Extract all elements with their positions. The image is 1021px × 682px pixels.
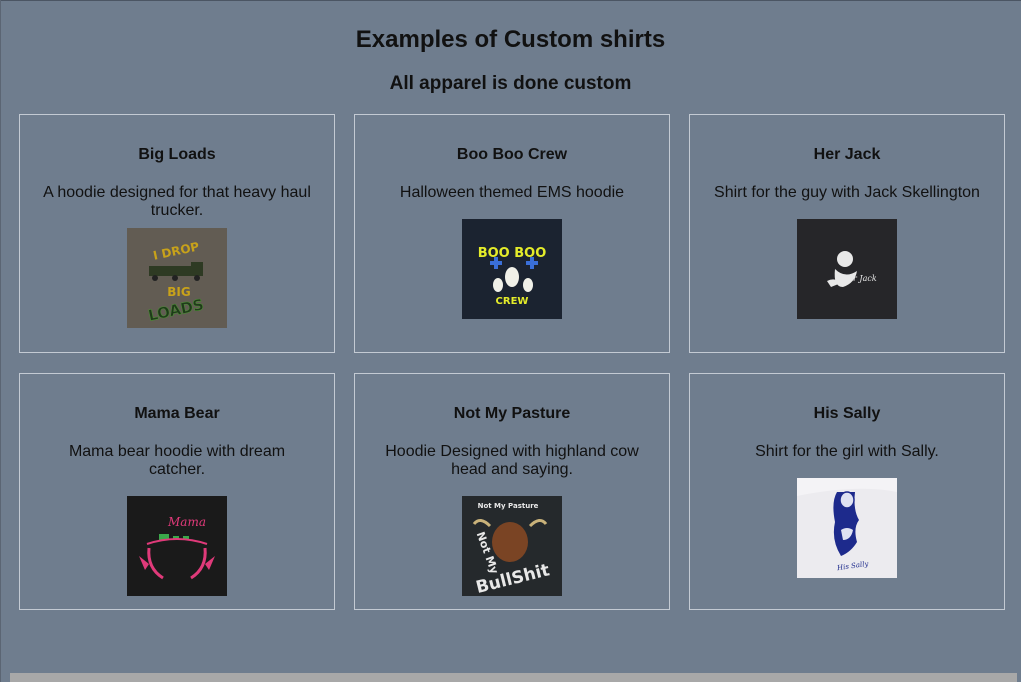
window-top-border (0, 0, 1021, 1)
shirt-card-not-my-pasture: Not My Pasture Hoodie Designed with high… (354, 373, 670, 610)
shirt-gallery-grid: Big Loads A hoodie designed for that hea… (19, 114, 1005, 610)
mama-bear-shirt-image: Mama (127, 496, 227, 596)
shirt-card-his-sally: His Sally Shirt for the girl with Sally.… (689, 373, 1005, 610)
boo-boo-crew-shirt-image: BOO BOO CREW (462, 219, 562, 319)
image-text: BOO BOO (478, 246, 547, 261)
his-sally-shirt-image: His Sally (797, 478, 897, 578)
window-left-border (0, 0, 1, 682)
card-title: Big Loads (138, 146, 216, 163)
image-text: CREW (496, 296, 529, 307)
image-text: Mama (167, 515, 206, 529)
card-title: Not My Pasture (453, 405, 571, 422)
image-text: Not My Pasture (478, 502, 539, 510)
card-description: Shirt for the guy with Jack Skellington (714, 184, 980, 201)
card-title: His Sally (813, 405, 881, 422)
card-title: Her Jack (813, 146, 881, 163)
page-title: Examples of Custom shirts (355, 26, 666, 53)
big-loads-shirt-image: I DROP BIG LOADS (127, 228, 227, 328)
shirt-card-her-jack: Her Jack Shirt for the guy with Jack Ske… (689, 114, 1005, 353)
card-title: Mama Bear (134, 405, 220, 422)
not-my-pasture-shirt-image: Not My Pasture Not My BullShit (462, 496, 562, 596)
card-description: Halloween themed EMS hoodie (399, 184, 625, 201)
card-description: Shirt for the girl with Sally. (755, 443, 939, 460)
image-text: BIG (167, 285, 190, 299)
her-jack-shirt-image: Her Jack (797, 219, 897, 319)
shirt-card-big-loads: Big Loads A hoodie designed for that hea… (19, 114, 335, 353)
card-description: Hoodie Designed with highland cow head a… (385, 443, 639, 478)
card-description: A hoodie designed for that heavy haul tr… (43, 184, 311, 219)
image-text: Her Jack (840, 274, 877, 283)
card-description: Mama bear hoodie with dream catcher. (68, 443, 286, 478)
card-title: Boo Boo Crew (456, 146, 568, 163)
shirt-card-mama-bear: Mama Bear Mama bear hoodie with dream ca… (19, 373, 335, 610)
horizontal-scrollbar[interactable] (10, 673, 1017, 682)
page-subtitle: All apparel is done custom (389, 73, 632, 94)
shirt-card-boo-boo-crew: Boo Boo Crew Halloween themed EMS hoodie… (354, 114, 670, 353)
